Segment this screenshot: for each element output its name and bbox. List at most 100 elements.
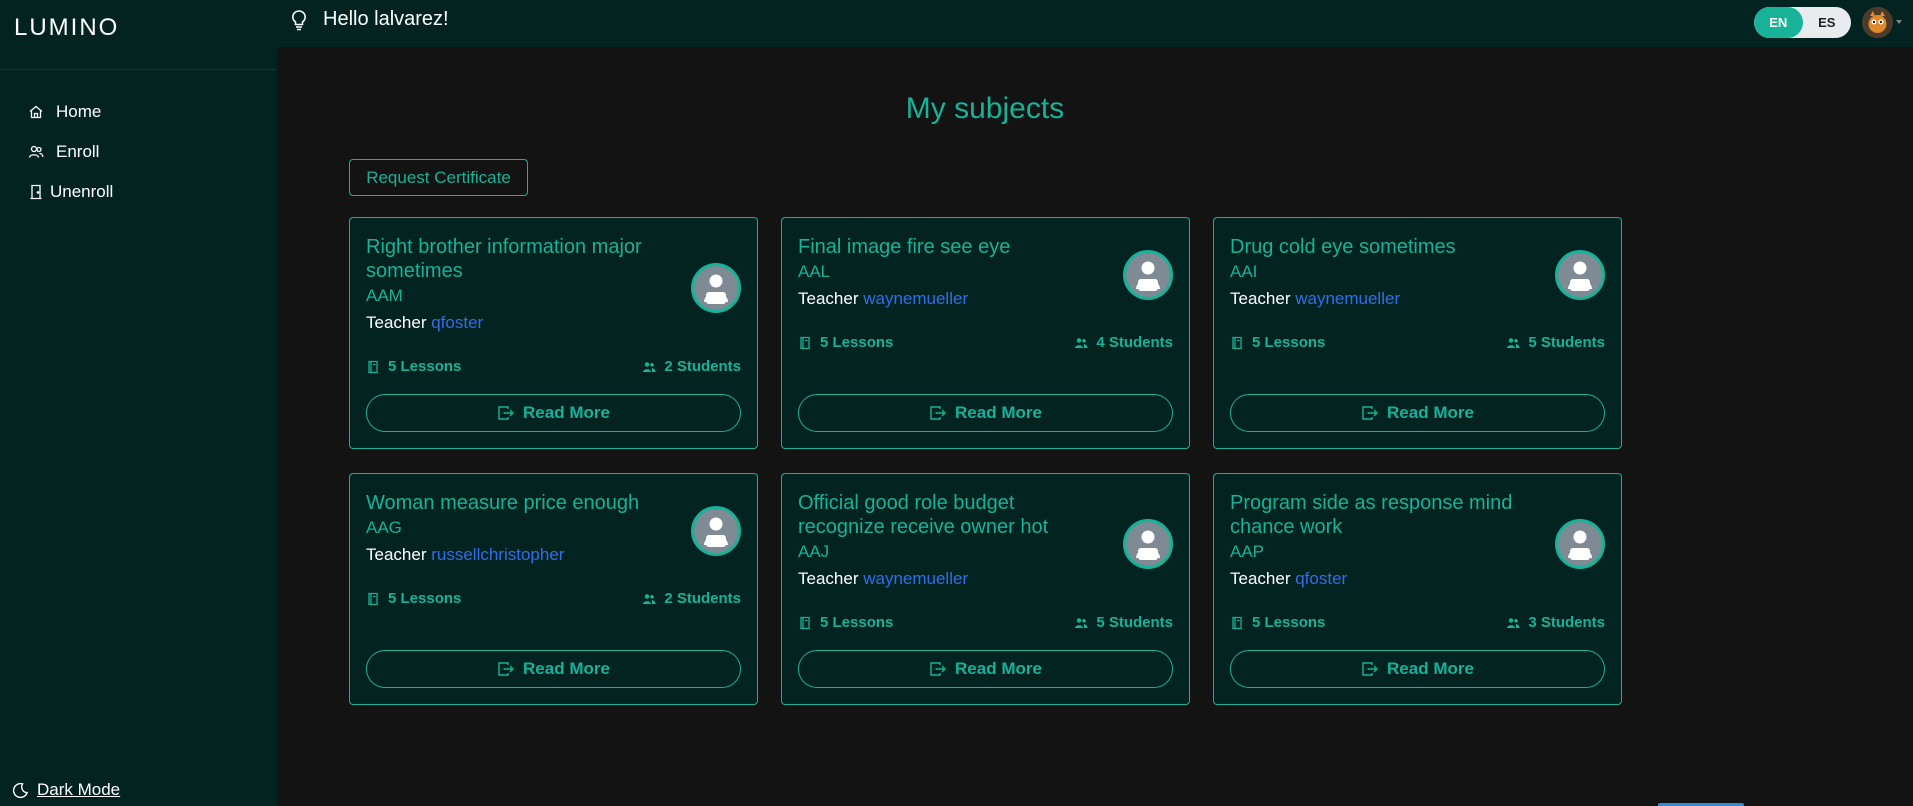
top-bar: Hello lalvarez! EN ES [277,0,1913,47]
read-more-button[interactable]: Read More [1230,650,1605,688]
subject-card-header: Official good role budget recognize rece… [798,491,1108,590]
read-more-icon [1362,406,1379,420]
users-icon [643,593,656,604]
read-more-icon [498,662,515,676]
sidebar-item-enroll[interactable]: Enroll [28,132,113,172]
teacher-link[interactable]: waynemueller [1295,289,1400,308]
teacher-avatar [691,506,741,556]
lessons-label: 5 Lessons [1252,614,1326,631]
teacher-label: Teacher [366,313,427,332]
subject-code: AAL [798,262,831,281]
subject-code: AAM [366,286,403,305]
teacher-avatar [1555,250,1605,300]
teacher-link[interactable]: russellchristopher [431,545,564,564]
teacher-link[interactable]: qfoster [1295,569,1347,588]
students-count: 2 Students [642,358,741,375]
user-avatar[interactable] [1862,7,1893,38]
subject-title: Program side as response mind chance wor… [1230,492,1513,538]
read-more-label: Read More [1387,403,1474,422]
subject-card: Drug cold eye sometimes AAI Teacher waynem… [1213,217,1622,449]
subject-title: Final image fire see eye [798,236,1011,258]
teacher-label: Teacher [366,545,427,564]
students-count: 4 Students [1074,334,1173,351]
sidebar-item-home[interactable]: Home [28,92,113,132]
subject-stats: 5 Lessons 2 Students [366,358,741,375]
app-logo[interactable]: LUMINO [14,14,119,42]
subject-stats: 5 Lessons 5 Students [798,614,1173,631]
users-icon [1075,617,1088,628]
language-toggle: EN ES [1754,7,1851,38]
users-icon [1075,337,1088,348]
subject-teacher: Teacher russellchristopher [366,544,676,566]
read-more-label: Read More [523,403,610,422]
teacher-label: Teacher [798,289,859,308]
lessons-count: 5 Lessons [1230,334,1325,351]
home-icon [29,105,43,119]
read-more-label: Read More [1387,659,1474,678]
subject-teacher: Teacher waynemueller [798,568,1108,590]
dark-mode-toggle[interactable]: Dark Mode [12,780,120,800]
sidebar-item-unenroll[interactable]: Unenroll [28,172,113,212]
users-icon [1507,337,1520,348]
subject-code: AAI [1230,262,1258,281]
subject-card-header: Final image fire see eye AAL Teacher wayne… [798,235,1108,310]
subject-code: AAG [366,518,402,537]
avatar-image [1862,7,1893,38]
subject-card-header: Woman measure price enough AAG Teacher rus… [366,491,676,566]
sidebar-nav: Home Enroll Unenroll [28,92,113,212]
read-more-button[interactable]: Read More [366,650,741,688]
students-label: 2 Students [664,590,741,607]
lessons-count: 5 Lessons [366,590,461,607]
subject-title: Drug cold eye sometimes [1230,236,1456,258]
read-more-button[interactable]: Read More [366,394,741,432]
lessons-count: 5 Lessons [798,334,893,351]
teacher-link[interactable]: waynemueller [863,569,968,588]
teacher-avatar [691,263,741,313]
students-count: 3 Students [1506,614,1605,631]
sidebar-item-label: Enroll [56,142,100,161]
lightbulb-icon [292,9,306,30]
chevron-down-icon[interactable] [1896,20,1902,26]
book-icon [368,592,378,605]
book-icon [368,360,378,373]
subject-teacher: Teacher qfoster [1230,568,1540,590]
read-more-icon [930,406,947,420]
read-more-button[interactable]: Read More [798,394,1173,432]
read-more-button[interactable]: Read More [798,650,1173,688]
subject-card: Woman measure price enough AAG Teacher rus… [349,473,758,705]
request-certificate-button[interactable]: Request Certificate [349,159,528,196]
read-more-label: Read More [955,659,1042,678]
users-icon [643,361,656,372]
teacher-avatar [1555,519,1605,569]
subject-stats: 5 Lessons 2 Students [366,590,741,607]
subject-card: Program side as response mind chance wor… [1213,473,1622,705]
subject-card-header: Right brother information major sometime… [366,235,676,334]
teacher-avatar [1123,250,1173,300]
page-title: My subjects [905,92,1065,125]
teacher-avatar [1123,519,1173,569]
read-more-button[interactable]: Read More [1230,394,1605,432]
teacher-link[interactable]: waynemueller [863,289,968,308]
read-more-icon [498,406,515,420]
subject-card-header: Drug cold eye sometimes AAI Teacher waynem… [1230,235,1540,310]
subject-title: Right brother information major sometime… [366,236,642,282]
subject-teacher: Teacher waynemueller [798,288,1108,310]
moon-icon [12,782,29,798]
sidebar: LUMINO Home Enroll Unenroll Dark Mode [0,0,277,806]
subject-card-header: Program side as response mind chance wor… [1230,491,1540,590]
students-label: 3 Students [1528,614,1605,631]
read-more-icon [1362,662,1379,676]
students-label: 5 Students [1528,334,1605,351]
subject-title: Woman measure price enough [366,492,640,514]
teacher-label: Teacher [1230,289,1291,308]
subject-card: Official good role budget recognize rece… [781,473,1190,705]
teacher-link[interactable]: qfoster [431,313,483,332]
lessons-count: 5 Lessons [798,614,893,631]
subject-card: Final image fire see eye AAL Teacher wayne… [781,217,1190,449]
language-en-button[interactable]: EN [1754,7,1803,38]
book-icon [1232,616,1242,629]
greeting-text: Hello lalvarez! [323,8,449,30]
subject-title: Official good role budget recognize rece… [798,492,1049,538]
language-es-button[interactable]: ES [1803,7,1852,38]
sidebar-divider [0,69,277,70]
